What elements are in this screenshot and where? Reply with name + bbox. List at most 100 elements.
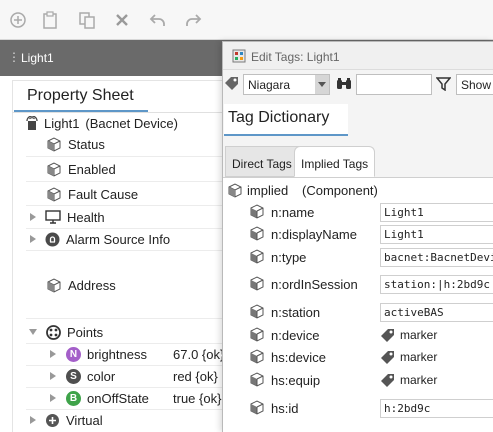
tag-row-hs-device[interactable]: hs:device marker <box>223 346 493 368</box>
point-row-color[interactable]: S color red {ok} <box>50 365 222 387</box>
tab-implied-tags[interactable]: Implied Tags <box>294 146 376 177</box>
pane-title: Light1 <box>21 51 54 65</box>
row-divider <box>26 250 224 251</box>
dialog-toolbar: Niagara Show All <box>223 70 493 98</box>
property-label: Fault Cause <box>68 186 139 202</box>
chevron-down-icon[interactable] <box>315 75 329 94</box>
delete-icon[interactable] <box>112 10 132 30</box>
slot-cube-icon <box>46 161 62 177</box>
filter-icon[interactable] <box>436 77 451 91</box>
marker-value: marker <box>380 349 437 365</box>
tag-row-hs-equip[interactable]: hs:equip marker <box>223 368 493 392</box>
device-name: Light1 <box>44 115 80 131</box>
alarm-bell-icon <box>45 232 60 247</box>
paste-icon[interactable] <box>40 10 60 30</box>
tag-row-n-station[interactable]: n:station activeBAS <box>223 300 493 324</box>
redo-icon[interactable] <box>183 10 203 30</box>
tag-icon <box>249 225 265 244</box>
expand-arrow-icon[interactable] <box>50 394 56 402</box>
drag-grip-icon[interactable]: ⋮ <box>8 50 20 64</box>
expand-arrow-icon[interactable] <box>30 416 36 424</box>
marker-label: marker <box>400 350 438 364</box>
implied-root-type: (Component) <box>302 182 378 198</box>
filter-select[interactable]: Show All <box>456 74 493 95</box>
marker-tag-icon <box>380 372 396 388</box>
marker-label: marker <box>400 328 438 342</box>
expand-arrow-icon[interactable] <box>50 350 56 358</box>
row-divider <box>26 318 224 319</box>
monitor-icon <box>45 210 61 224</box>
device-root-row[interactable]: Light1 (Bacnet Device) <box>26 112 178 134</box>
marker-label: marker <box>400 373 438 387</box>
tag-icon <box>249 371 265 390</box>
tag-icon <box>249 348 265 367</box>
tag-row-hs-id[interactable]: hs:id h:2bd9c <box>223 394 493 422</box>
dictionary-select-value: Niagara <box>248 78 291 92</box>
implied-root-name: implied <box>247 182 289 198</box>
tag-icon <box>249 203 265 222</box>
tag-icon <box>249 303 265 322</box>
edit-tags-dialog: Edit Tags: Light1 Niagara Show All Tag D… <box>222 41 493 432</box>
property-row-virtual[interactable]: Virtual <box>30 409 103 431</box>
search-input[interactable] <box>356 74 432 95</box>
property-row-points[interactable]: Points <box>29 321 103 343</box>
tab-property-sheet[interactable]: Property Sheet <box>14 84 148 112</box>
property-label: Address <box>68 277 116 293</box>
tag-row-n-device[interactable]: n:device marker <box>223 324 493 346</box>
tag-row-n-displayname[interactable]: n:displayName Light1 <box>223 223 493 245</box>
property-row-enabled[interactable]: Enabled <box>46 158 116 180</box>
tag-name: hs:device <box>271 349 326 365</box>
point-value: red {ok} <box>173 368 218 384</box>
tag-icon <box>249 326 265 345</box>
tag-name: n:name <box>271 204 315 220</box>
numeric-point-icon: N <box>66 346 81 362</box>
property-label: Health <box>67 209 105 225</box>
virtual-gateway-icon <box>45 413 60 428</box>
marker-tag-icon <box>380 349 396 365</box>
duplicate-icon[interactable] <box>77 10 97 30</box>
tag-row-n-type[interactable]: n:type bacnet:BacnetDevice <box>223 246 493 268</box>
tab-tag-dictionary[interactable]: Tag Dictionary <box>224 104 348 136</box>
tag-value: Light1 <box>380 224 493 244</box>
marker-value: marker <box>380 372 437 388</box>
tag-name: hs:equip <box>271 372 321 388</box>
device-type: (Bacnet Device) <box>85 115 178 131</box>
property-row-alarm-source-info[interactable]: Alarm Source Info <box>30 228 170 250</box>
add-icon[interactable] <box>8 10 28 30</box>
tag-name: n:type <box>271 249 307 265</box>
expand-arrow-icon[interactable] <box>30 213 36 221</box>
dictionary-select[interactable]: Niagara <box>243 74 330 95</box>
undo-icon[interactable] <box>148 10 168 30</box>
slot-cube-icon <box>46 186 62 202</box>
tag-name: n:station <box>271 304 321 320</box>
collapse-arrow-icon[interactable] <box>29 329 37 335</box>
tag-dialog-icon <box>232 49 246 63</box>
point-row-brightness[interactable]: N brightness 67.0 {ok} <box>50 343 224 365</box>
tab-direct-tags[interactable]: Direct Tags <box>225 146 299 177</box>
tag-value: activeBAS <box>380 302 493 322</box>
dialog-title: Edit Tags: Light1 <box>251 50 340 64</box>
implied-tags-list: implied (Component) n:name Light1 n:disp… <box>223 177 493 432</box>
tag-value: Light1 <box>380 202 493 222</box>
property-row-fault-cause[interactable]: Fault Cause <box>46 183 138 205</box>
main-toolbar <box>0 0 493 40</box>
implied-root-row[interactable]: implied (Component) <box>223 180 493 200</box>
tag-name: n:displayName <box>271 226 357 242</box>
dialog-title-bar[interactable]: Edit Tags: Light1 <box>223 42 493 70</box>
expand-arrow-icon[interactable] <box>30 235 36 243</box>
property-row-address[interactable]: Address <box>46 274 116 296</box>
tag-row-n-name[interactable]: n:name Light1 <box>223 201 493 223</box>
property-row-health[interactable]: Health <box>30 206 105 228</box>
property-row-status[interactable]: Status <box>46 133 105 155</box>
point-row-onoffstate[interactable]: B onOffState true {ok} <box>50 387 222 409</box>
row-divider <box>26 181 224 182</box>
tag-icon <box>224 75 240 91</box>
tag-value: h:2bd9c <box>380 398 493 418</box>
filter-select-value: Show All <box>461 78 493 92</box>
tag-icon <box>249 275 265 294</box>
binoculars-icon[interactable] <box>336 77 352 91</box>
expand-arrow-icon[interactable] <box>50 372 56 380</box>
marker-tag-icon <box>380 327 396 343</box>
tag-row-n-ordinsession[interactable]: n:ordInSession station:|h:2bd9c <box>223 270 493 298</box>
property-label: Enabled <box>68 161 116 177</box>
